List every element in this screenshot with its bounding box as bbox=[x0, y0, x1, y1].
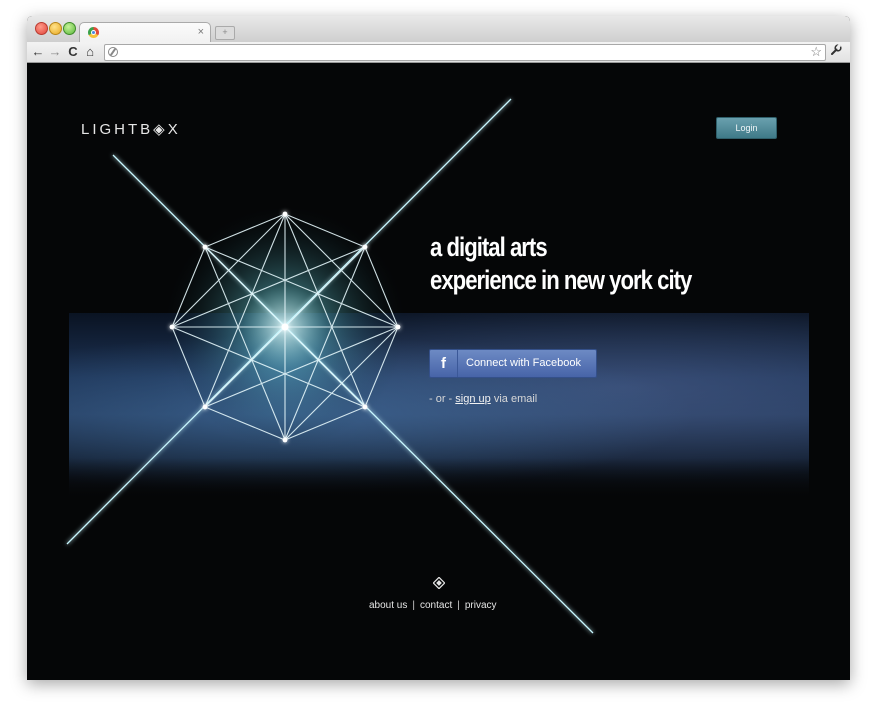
or-suffix: via email bbox=[493, 393, 538, 405]
contact-link[interactable]: contact bbox=[420, 600, 452, 611]
login-button[interactable]: Login bbox=[716, 117, 777, 139]
close-window-button[interactable] bbox=[35, 22, 48, 35]
reload-button[interactable]: C bbox=[66, 43, 80, 61]
minimize-window-button[interactable] bbox=[49, 22, 62, 35]
forward-button[interactable]: → bbox=[48, 43, 62, 61]
browser-window: × + ← → C ⌂ ☆ LIGHTB◈X Login a digital a… bbox=[27, 16, 850, 680]
wrench-icon bbox=[831, 43, 842, 55]
zoom-window-button[interactable] bbox=[63, 22, 76, 35]
about-us-link[interactable]: about us bbox=[369, 600, 407, 611]
headline-line-2: experience in new york city bbox=[430, 265, 692, 295]
browser-tab[interactable]: × bbox=[79, 22, 211, 43]
home-button[interactable]: ⌂ bbox=[83, 43, 97, 61]
diamond-logo-icon bbox=[433, 577, 445, 589]
footer-separator: | bbox=[412, 600, 415, 611]
back-button[interactable]: ← bbox=[31, 43, 45, 61]
browser-toolbar: ← → C ⌂ ☆ bbox=[27, 42, 850, 63]
bookmark-star-icon[interactable]: ☆ bbox=[810, 44, 822, 60]
connect-with-facebook-button[interactable]: f Connect with Facebook bbox=[429, 349, 597, 378]
privacy-link[interactable]: privacy bbox=[465, 600, 497, 611]
or-prefix: - or - bbox=[429, 393, 453, 405]
new-tab-button[interactable]: + bbox=[215, 26, 235, 40]
footer-links: about us | contact | privacy bbox=[369, 600, 497, 611]
facebook-button-label: Connect with Facebook bbox=[466, 357, 581, 369]
address-bar[interactable]: ☆ bbox=[104, 44, 826, 61]
page-headline: a digital arts experience in new york ci… bbox=[430, 231, 692, 297]
chrome-icon bbox=[88, 27, 99, 38]
headline-line-1: a digital arts bbox=[430, 232, 548, 262]
facebook-icon: f bbox=[430, 350, 458, 377]
wrench-menu-icon[interactable] bbox=[830, 43, 842, 61]
title-bar: × + bbox=[27, 16, 850, 43]
lightbox-logo[interactable]: LIGHTB◈X bbox=[81, 120, 181, 138]
tab-close-button[interactable]: × bbox=[198, 25, 204, 39]
sign-up-link[interactable]: sign up bbox=[455, 393, 490, 405]
page-icon bbox=[108, 47, 118, 57]
signup-via-email-line: - or - sign up via email bbox=[429, 393, 537, 405]
page-content: LIGHTB◈X Login a digital arts experience… bbox=[27, 63, 850, 680]
footer-separator: | bbox=[457, 600, 460, 611]
